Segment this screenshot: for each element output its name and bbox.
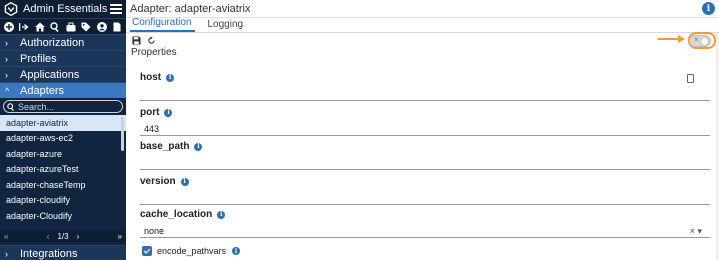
base-path-input[interactable] — [140, 157, 710, 170]
tab-logging[interactable]: Logging — [205, 19, 247, 32]
info-icon[interactable]: i — [232, 247, 241, 255]
sidebar: Admin Essentials › Authorization › Profi… — [0, 0, 126, 260]
chevron-right-icon: › — [5, 248, 8, 259]
properties-heading: Properties — [131, 47, 177, 58]
clipboard-icon[interactable] — [687, 74, 694, 83]
sidebar-section-authorization[interactable]: › Authorization — [0, 34, 126, 50]
adapter-pager: « ‹ 1/3 › » — [0, 230, 126, 242]
info-icon[interactable]: i — [166, 73, 175, 82]
sidebar-section-label: Integrations — [20, 247, 78, 260]
field-label-text: base_path — [140, 141, 190, 152]
sidebar-section-profiles[interactable]: › Profiles — [0, 50, 126, 66]
hamburger-menu-icon[interactable] — [110, 4, 122, 14]
chevron-up-icon: ^ — [5, 85, 10, 96]
field-label-text: port — [140, 107, 160, 118]
checkbox-encode-pathvars: encode_pathvars i — [142, 246, 241, 256]
page-title: Adapter: adapter-aviatrix — [130, 2, 251, 15]
chevron-right-icon: › — [5, 37, 8, 48]
action-bar — [126, 33, 719, 47]
version-input[interactable] — [140, 192, 710, 205]
pager-first-button[interactable]: « — [4, 232, 8, 241]
host-input[interactable] — [140, 88, 710, 101]
sidebar-section-applications[interactable]: › Applications — [0, 66, 126, 82]
info-icon[interactable]: i — [180, 177, 189, 186]
encode-pathvars-checkbox[interactable] — [142, 246, 152, 256]
close-icon: × — [694, 35, 699, 44]
field-version: version i — [140, 176, 710, 205]
logout-icon[interactable] — [19, 21, 30, 32]
field-label: host i — [140, 72, 710, 83]
field-label: cache_location i — [140, 209, 710, 220]
sidebar-search-box — [3, 100, 123, 113]
pager-page-indicator: 1/3 — [57, 231, 69, 241]
refresh-icon[interactable] — [147, 35, 156, 45]
cache-location-select[interactable]: none × ▾ — [140, 225, 710, 238]
sidebar-section-label: Profiles — [20, 52, 57, 65]
app-title: Admin Essentials — [23, 3, 108, 15]
sidebar-toolbar — [0, 18, 126, 34]
field-label: version i — [140, 176, 710, 187]
search-icon — [7, 102, 14, 111]
pager-next-button[interactable]: › — [77, 232, 80, 241]
adapter-list-item[interactable]: adapter-aws-ec2 — [0, 131, 126, 147]
cache-location-value: none — [144, 226, 165, 236]
list-scrollbar[interactable] — [121, 117, 124, 151]
adapter-list-item[interactable]: adapter-cloudify — [0, 193, 126, 209]
info-icon[interactable]: i — [217, 210, 226, 219]
sidebar-section-integrations[interactable]: › Integrations — [0, 245, 126, 260]
sidebar-section-label: Authorization — [20, 36, 85, 49]
main-panel: Adapter: adapter-aviatrix i Configuratio… — [126, 0, 719, 260]
adapter-list-item[interactable]: adapter-azureTest — [0, 162, 126, 178]
chevron-right-icon: › — [5, 69, 8, 80]
adapter-search-input[interactable] — [18, 101, 118, 112]
sidebar-section-label: Applications — [20, 68, 80, 81]
pager-last-button[interactable]: » — [118, 232, 122, 241]
info-icon[interactable]: i — [702, 2, 715, 15]
adapter-list-item[interactable]: adapter-chaseTemp — [0, 177, 126, 193]
adapter-list-item[interactable]: adapter-Cloudify — [0, 208, 126, 224]
field-label-text: host — [140, 72, 162, 83]
tab-configuration[interactable]: Configuration — [130, 17, 196, 32]
search-icon[interactable] — [50, 21, 61, 32]
port-input[interactable]: 443 — [140, 123, 710, 136]
document-icon[interactable] — [112, 21, 123, 32]
field-host: host i — [140, 72, 710, 101]
info-icon[interactable]: i — [194, 142, 203, 151]
field-label: port i — [140, 107, 710, 118]
adapter-list: adapter-aviatrix adapter-aws-ec2 adapter… — [0, 115, 126, 225]
app-logo-icon — [4, 2, 18, 16]
add-icon[interactable] — [3, 21, 14, 32]
home-icon[interactable] — [34, 21, 45, 32]
tab-bar: Configuration Logging — [126, 17, 719, 32]
annotation-arrow-icon — [658, 35, 685, 43]
user-icon[interactable] — [96, 21, 107, 32]
field-label-text: cache_location — [140, 209, 213, 220]
adapter-list-item[interactable]: adapter-azure — [0, 146, 126, 162]
sidebar-section-label: Adapters — [20, 84, 65, 97]
field-label: base_path i — [140, 141, 710, 152]
chevron-right-icon: › — [5, 53, 8, 64]
save-icon[interactable] — [132, 35, 141, 45]
pager-prev-button[interactable]: ‹ — [47, 232, 50, 241]
clear-dropdown-icon[interactable]: × ▾ — [690, 226, 702, 237]
info-icon[interactable]: i — [164, 108, 173, 117]
briefcase-icon[interactable] — [65, 21, 76, 32]
toggle-knob — [700, 37, 709, 46]
checkbox-label: encode_pathvars — [157, 246, 227, 256]
sidebar-section-adapters[interactable]: ^ Adapters — [0, 82, 126, 98]
sidebar-search-wrapper — [0, 98, 126, 115]
app-root: Admin Essentials › Authorization › Profi… — [0, 0, 719, 260]
field-port: port i 443 — [140, 107, 710, 136]
adapter-list-item[interactable]: adapter-aviatrix — [0, 115, 126, 131]
field-cache-location: cache_location i none × ▾ — [140, 209, 710, 238]
tag-icon[interactable] — [81, 21, 92, 32]
sidebar-bottom-sections: › Integrations — [0, 245, 126, 260]
field-base-path: base_path i — [140, 141, 710, 170]
field-label-text: version — [140, 176, 176, 187]
sidebar-header: Admin Essentials — [0, 0, 126, 18]
enable-toggle[interactable]: × — [689, 35, 711, 47]
main-header: Adapter: adapter-aviatrix i — [126, 0, 719, 18]
